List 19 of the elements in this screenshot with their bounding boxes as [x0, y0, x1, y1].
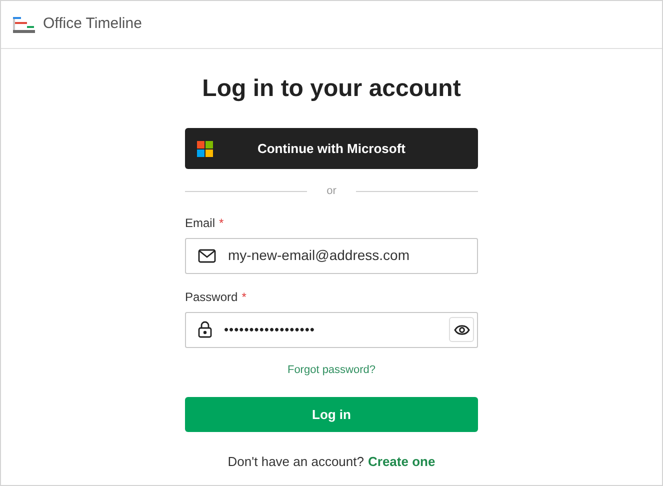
page-title: Log in to your account	[202, 74, 461, 104]
signup-prompt: Don't have an account?	[228, 453, 364, 471]
required-mark: *	[242, 288, 246, 306]
eye-icon	[454, 324, 470, 336]
brand-name: Office Timeline	[43, 14, 142, 34]
microsoft-button[interactable]: Continue with Microsoft	[185, 128, 478, 169]
email-label: Email	[185, 214, 216, 232]
padlock-icon	[198, 321, 212, 338]
forgot-password-link[interactable]: Forgot password?	[287, 362, 376, 378]
show-password-button[interactable]	[449, 317, 474, 342]
divider-text: or	[326, 184, 338, 199]
windows-logo-icon	[197, 140, 213, 156]
email-field[interactable]: my-new-email@address.com	[185, 238, 478, 274]
create-account-link[interactable]: Create one	[368, 452, 436, 472]
envelope-icon	[198, 248, 216, 262]
password-label: Password	[185, 288, 238, 306]
logo-icon	[13, 16, 35, 32]
required-mark: *	[219, 214, 224, 232]
password-field[interactable]: ••••••••••••••••••	[185, 312, 478, 348]
